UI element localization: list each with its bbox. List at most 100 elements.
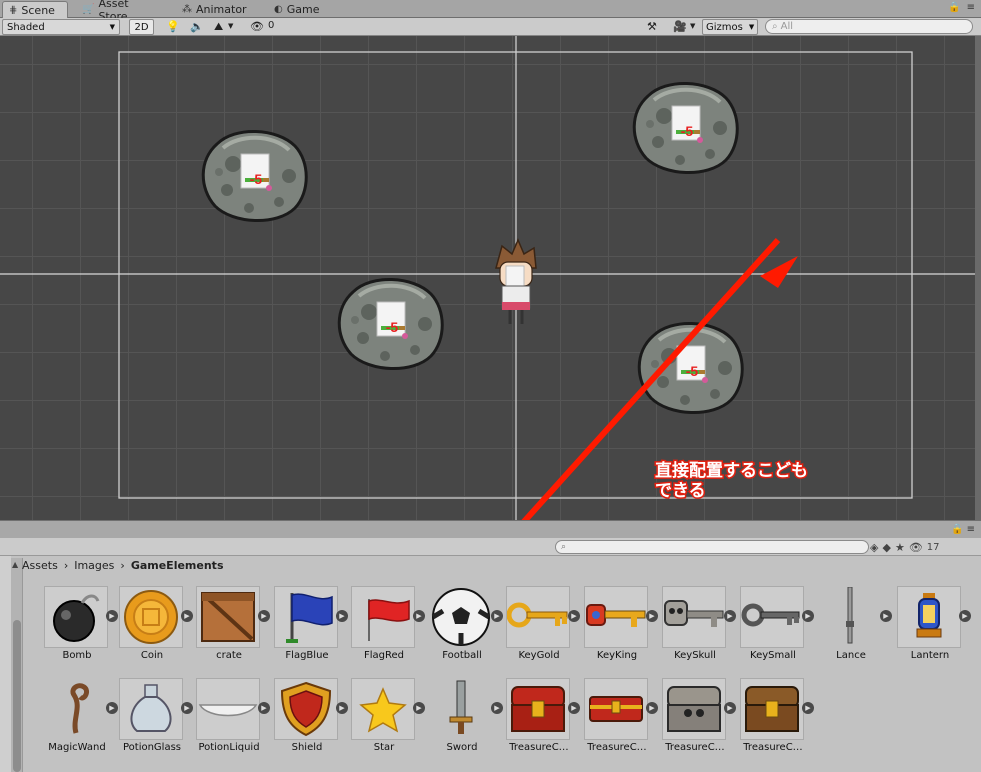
play-icon[interactable]: ▶ bbox=[491, 610, 503, 622]
play-icon[interactable]: ▶ bbox=[258, 610, 270, 622]
asset-item[interactable]: ▶ Football bbox=[427, 586, 505, 674]
project-search-input[interactable]: ⌕ bbox=[555, 540, 869, 554]
magic-wand-icon bbox=[44, 678, 108, 740]
cart-icon: 🛒 bbox=[82, 4, 95, 15]
animator-icon: ⁂ bbox=[182, 4, 192, 15]
filter-count: 17 bbox=[926, 541, 940, 553]
chevron-down-icon: ▼ bbox=[109, 23, 115, 31]
asset-label: Lance bbox=[836, 650, 866, 661]
play-icon[interactable]: ▶ bbox=[724, 702, 736, 714]
2d-mode-label: 2D bbox=[134, 21, 149, 33]
effects-icon[interactable]: ⛰ bbox=[214, 20, 223, 34]
scrollbar-thumb[interactable] bbox=[13, 620, 21, 772]
tab-scene[interactable]: ⋕ Scene bbox=[2, 1, 68, 18]
play-icon[interactable]: ▶ bbox=[181, 610, 193, 622]
play-icon[interactable]: ▶ bbox=[258, 702, 270, 714]
play-icon[interactable]: ▶ bbox=[181, 702, 193, 714]
camera-dropdown-icon[interactable]: ▼ bbox=[690, 22, 695, 30]
lighting-icon[interactable]: 💡 bbox=[166, 20, 180, 33]
hidden-packages-icon[interactable]: 👁 bbox=[909, 541, 923, 554]
asset-item[interactable]: ▶ Star bbox=[349, 678, 427, 766]
scene-scrollbar[interactable] bbox=[975, 36, 981, 520]
asset-item[interactable]: ▶ KeyGold bbox=[504, 586, 582, 674]
asset-item[interactable]: ▶ TreasureC… bbox=[660, 678, 738, 766]
play-icon[interactable]: ▶ bbox=[336, 610, 348, 622]
sword-icon bbox=[429, 678, 493, 740]
scroll-up-icon[interactable]: ▲ bbox=[12, 560, 18, 569]
scene-search-input[interactable]: ⌕ All bbox=[765, 19, 973, 34]
asset-item[interactable]: ▶ TreasureC… bbox=[738, 678, 816, 766]
asset-item[interactable]: ▶ Coin bbox=[117, 586, 195, 674]
asset-item[interactable]: ▶ MagicWand bbox=[42, 678, 120, 766]
asset-item[interactable]: ▶ PotionLiquid bbox=[194, 678, 272, 766]
gizmos-dropdown[interactable]: Gizmos ▼ bbox=[702, 19, 759, 35]
asset-label: PotionLiquid bbox=[198, 742, 260, 753]
tab-animator[interactable]: ⁂ Animator bbox=[176, 1, 256, 18]
asset-item[interactable]: ▶ Lantern bbox=[895, 586, 973, 674]
favorites-star-icon[interactable]: ★ bbox=[895, 541, 905, 554]
asset-label: KeyKing bbox=[596, 650, 638, 661]
asset-item[interactable]: ▶ FlagRed bbox=[349, 586, 427, 674]
tools-icon[interactable]: ⚒ bbox=[647, 20, 657, 33]
filter-by-type-icon[interactable]: ◈ bbox=[870, 541, 878, 554]
play-icon[interactable]: ▶ bbox=[880, 610, 892, 622]
audio-icon[interactable]: 🔈 bbox=[190, 20, 204, 33]
effects-dropdown-icon[interactable]: ▼ bbox=[228, 22, 233, 30]
lock-icon[interactable]: 🔒 ≡ bbox=[951, 524, 975, 535]
asset-item[interactable]: ▶ crate bbox=[194, 586, 272, 674]
camera-icon[interactable]: 🎥 bbox=[673, 20, 687, 33]
tab-game-label: Game bbox=[286, 3, 320, 16]
asset-label: TreasureC… bbox=[743, 742, 803, 753]
play-icon[interactable]: ▶ bbox=[568, 702, 580, 714]
key-skull-icon bbox=[662, 586, 726, 648]
play-icon[interactable]: ▶ bbox=[568, 610, 580, 622]
play-icon[interactable]: ▶ bbox=[413, 702, 425, 714]
project-scrollbar[interactable]: ▲ bbox=[11, 558, 23, 772]
play-icon[interactable]: ▶ bbox=[413, 610, 425, 622]
asset-item[interactable]: ▶ Bomb bbox=[42, 586, 120, 674]
football-icon bbox=[429, 586, 493, 648]
chevron-right-icon: › bbox=[63, 558, 69, 572]
play-icon[interactable]: ▶ bbox=[959, 610, 971, 622]
unity-editor-window: ⋕ Scene 🛒 Asset Store ⁂ Animator ◐ Game … bbox=[0, 0, 981, 772]
search-icon: ⌕ bbox=[772, 21, 778, 32]
shading-mode-dropdown[interactable]: Shaded ▼ bbox=[2, 19, 120, 35]
breadcrumb-images[interactable]: Images bbox=[74, 559, 114, 572]
asset-item[interactable]: ▶ Lance bbox=[816, 586, 894, 674]
breadcrumb-assets[interactable]: Assets bbox=[22, 559, 58, 572]
tab-asset-store[interactable]: 🛒 Asset Store bbox=[76, 0, 166, 23]
asset-item[interactable]: ▶ KeyKing bbox=[582, 586, 660, 674]
asset-item[interactable]: ▶ TreasureC… bbox=[504, 678, 582, 766]
scene-view[interactable]: -5 -5 -5 -5 直接配置するこども できる bbox=[0, 36, 975, 520]
shading-mode-label: Shaded bbox=[7, 21, 45, 33]
editor-tab-bar: ⋕ Scene 🛒 Asset Store ⁂ Animator ◐ Game … bbox=[0, 0, 981, 23]
breadcrumb-gameelements[interactable]: GameElements bbox=[131, 559, 224, 572]
asset-item[interactable]: ▶ KeySmall bbox=[738, 586, 816, 674]
play-icon[interactable]: ▶ bbox=[802, 610, 814, 622]
2d-mode-toggle[interactable]: 2D bbox=[129, 19, 154, 35]
asset-item[interactable]: ▶ KeySkull bbox=[660, 586, 738, 674]
play-icon[interactable]: ▶ bbox=[802, 702, 814, 714]
asset-item[interactable]: ▶ Shield bbox=[272, 678, 350, 766]
asset-item[interactable]: ▶ PotionGlass bbox=[117, 678, 195, 766]
project-filter-buttons: ◈ ◆ ★ 👁 17 bbox=[870, 539, 940, 555]
tab-game[interactable]: ◐ Game bbox=[268, 1, 328, 18]
asset-item[interactable]: ▶ Sword bbox=[427, 678, 505, 766]
menu-icon[interactable]: ≡ bbox=[967, 2, 975, 13]
gizmos-label: Gizmos bbox=[706, 21, 743, 33]
play-icon[interactable]: ▶ bbox=[336, 702, 348, 714]
play-icon[interactable]: ▶ bbox=[491, 702, 503, 714]
play-icon[interactable]: ▶ bbox=[724, 610, 736, 622]
play-icon[interactable]: ▶ bbox=[646, 702, 658, 714]
lock-icon[interactable]: 🔒 bbox=[948, 2, 960, 13]
panel-splitter[interactable]: 🔒 ≡ bbox=[0, 520, 981, 538]
hidden-objects-icon[interactable]: 👁 bbox=[250, 20, 264, 33]
asset-label: PotionGlass bbox=[122, 742, 182, 753]
filter-by-label-icon[interactable]: ◆ bbox=[882, 541, 890, 554]
asset-item[interactable]: ▶ TreasureC… bbox=[582, 678, 660, 766]
scene-canvas: -5 -5 -5 -5 直接配置するこども できる bbox=[0, 36, 975, 520]
asset-item[interactable]: ▶ FlagBlue bbox=[272, 586, 350, 674]
play-icon[interactable]: ▶ bbox=[646, 610, 658, 622]
asset-label: TreasureC… bbox=[509, 742, 569, 753]
asset-label: Star bbox=[373, 742, 395, 753]
